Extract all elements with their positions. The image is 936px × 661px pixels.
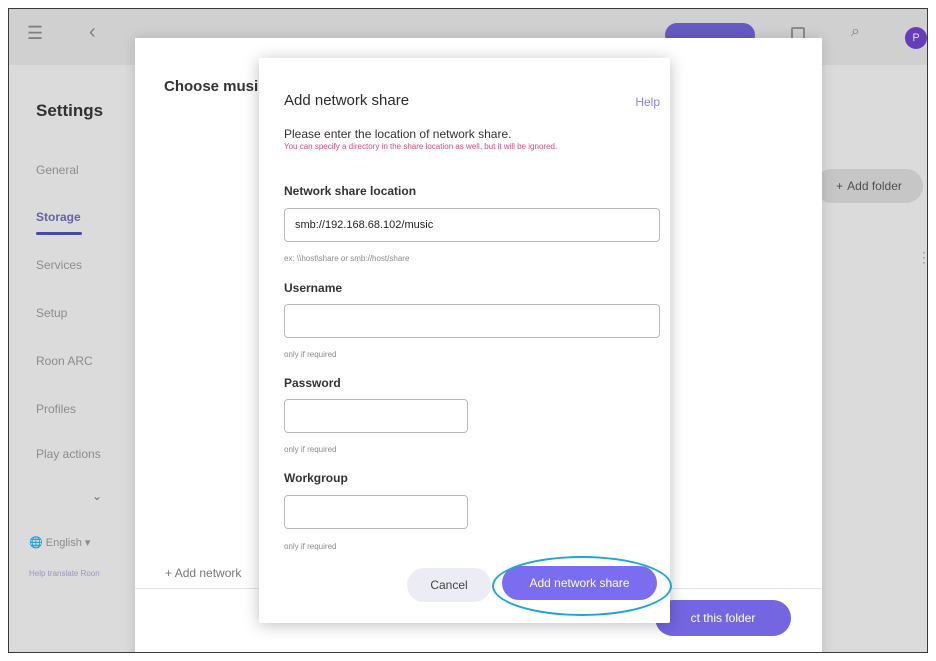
cancel-button[interactable]: Cancel [407, 568, 491, 602]
add-network-share-dialog: Add network share Help Please enter the … [259, 58, 670, 623]
workgroup-label: Workgroup [284, 471, 348, 485]
workgroup-hint: only if required [284, 542, 337, 551]
location-hint: ex: \\host\share or smb://host/share [284, 254, 410, 263]
password-hint: only if required [284, 445, 337, 454]
username-label: Username [284, 281, 343, 295]
highlight-annotation [492, 556, 672, 616]
network-share-location-input[interactable] [284, 208, 660, 242]
username-hint: only if required [284, 350, 337, 359]
select-folder-button[interactable]: ct this folder [655, 600, 791, 636]
password-label: Password [284, 376, 341, 390]
password-input[interactable] [284, 399, 468, 433]
workgroup-input[interactable] [284, 495, 468, 529]
help-link[interactable]: Help [635, 95, 660, 109]
dialog-title: Add network share [284, 92, 410, 109]
add-network-link[interactable]: + Add network [165, 566, 241, 580]
dialog-note: You can specify a directory in the share… [284, 142, 558, 151]
dialog-description: Please enter the location of network sha… [284, 127, 512, 141]
plus-icon: + [165, 566, 173, 580]
location-label: Network share location [284, 184, 417, 198]
add-network-label: Add network [174, 566, 242, 580]
choose-dialog-title: Choose musi [164, 78, 259, 95]
username-input[interactable] [284, 304, 660, 338]
